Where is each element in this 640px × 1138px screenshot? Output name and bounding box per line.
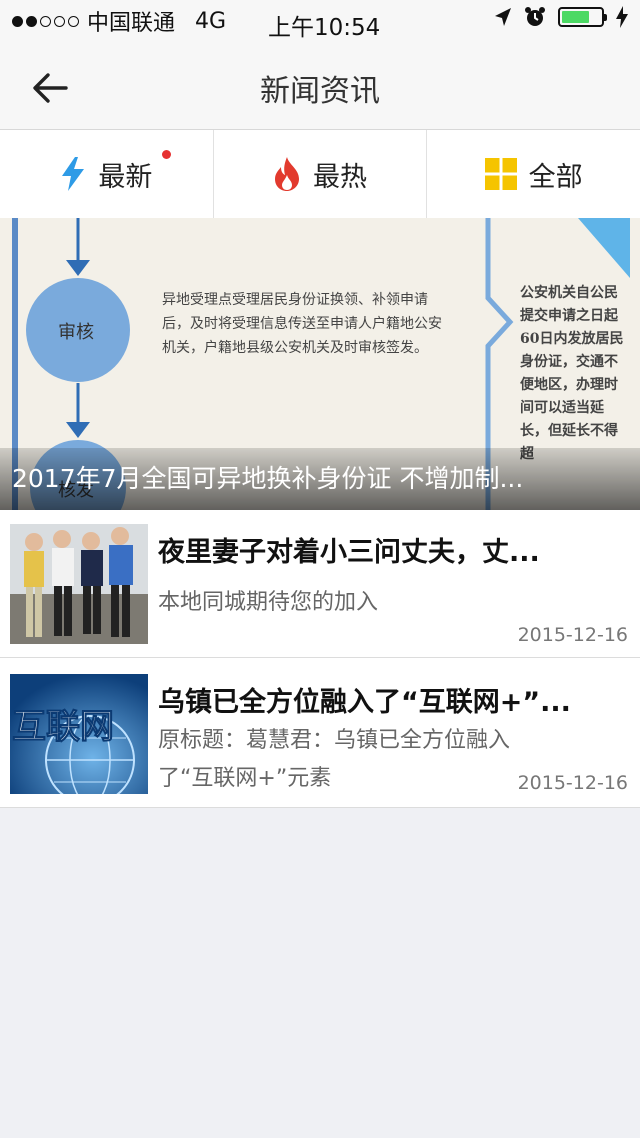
- news-thumbnail: [10, 524, 148, 644]
- thumb-caption: 互联网: [12, 707, 114, 747]
- status-time: 上午10:54: [268, 15, 381, 41]
- tab-hot-label: 最热: [313, 161, 367, 193]
- nav-bar: 新闻资讯: [0, 42, 640, 130]
- page-title: 新闻资讯: [260, 74, 380, 109]
- news-description: 本地同城期待您的加入: [158, 590, 379, 615]
- grid-icon: [484, 158, 517, 190]
- lightning-icon: [60, 157, 86, 191]
- banner-right-text: 公安机关自公民提交申请之日起60日内发放居民身份证，交通不便地区，办理时间可以适…: [520, 285, 624, 462]
- tab-latest[interactable]: 最新: [0, 130, 214, 218]
- tab-latest-label: 最新: [98, 161, 153, 193]
- news-list-item[interactable]: 夜里妻子对着小三问丈夫，丈... 本地同城期待您的加入 2015-12-16: [0, 510, 640, 658]
- banner-node-review: 审核: [58, 322, 94, 343]
- alarm-clock-icon: [525, 7, 545, 26]
- tab-hot[interactable]: 最热: [214, 130, 428, 218]
- battery-icon: [558, 7, 607, 27]
- news-title: 乌镇已全方位融入了“互联网+”...: [158, 687, 571, 718]
- tab-all[interactable]: 全部: [427, 130, 640, 218]
- featured-news-banner[interactable]: 审核 核发 异地受理点受理居民身份证换领、补领申请后，及时将受理信息传送至申请人…: [0, 218, 640, 510]
- news-title: 夜里妻子对着小三问丈夫，丈...: [158, 537, 540, 568]
- location-arrow-icon: [495, 8, 511, 26]
- news-date: 2015-12-16: [517, 772, 628, 794]
- network-type: 4G: [195, 8, 227, 34]
- signal-strength-icon: [12, 15, 79, 27]
- banner-middle-text: 异地受理点受理居民身份证换领、补领申请后，及时将受理信息传送至申请人户籍地公安机…: [162, 292, 442, 356]
- banner-caption: 2017年7月全国可异地换补身份证 不增加制...: [0, 448, 640, 510]
- status-bar: 中国联通 4G 上午10:54: [0, 0, 640, 42]
- carrier-name: 中国联通: [87, 11, 176, 36]
- charging-bolt-icon: [616, 6, 628, 28]
- category-tabs: 最新 最热 全部: [0, 130, 640, 218]
- status-right-icons: [494, 6, 628, 28]
- news-list-item[interactable]: 互联网 乌镇已全方位融入了“互联网+”... 原标题：葛慧君：乌镇已全方位融入了…: [0, 658, 640, 808]
- new-indicator-dot: [162, 150, 171, 159]
- news-date: 2015-12-16: [517, 624, 628, 646]
- tab-all-label: 全部: [528, 161, 583, 193]
- flame-icon: [273, 157, 301, 191]
- news-thumbnail: 互联网: [10, 674, 148, 794]
- news-description: 原标题：葛慧君：乌镇已全方位融入了“互联网+”元素: [158, 728, 511, 791]
